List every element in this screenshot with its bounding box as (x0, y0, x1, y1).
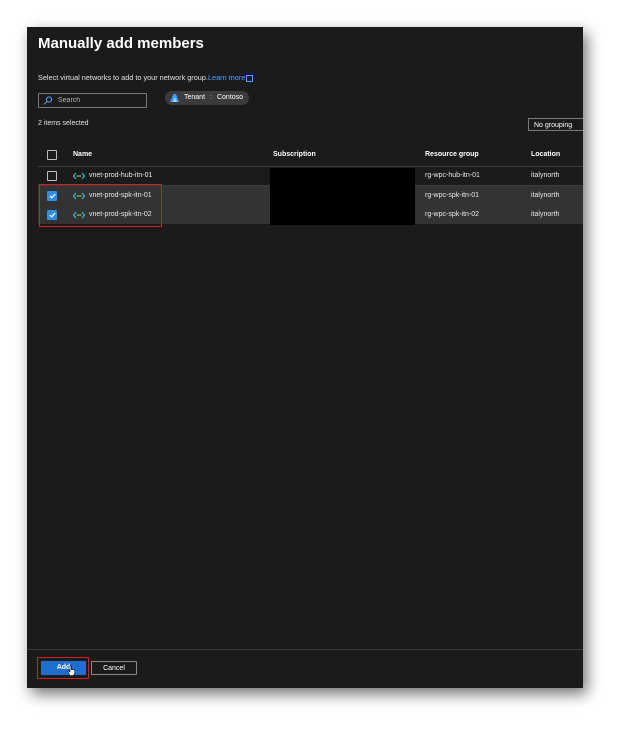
manually-add-members-dialog: Manually add members Select virtual netw… (27, 27, 583, 688)
grouping-dropdown[interactable]: No grouping (528, 118, 583, 131)
location-cell: italynorth (531, 172, 560, 179)
vnet-icon (73, 172, 85, 179)
footer-divider (27, 649, 583, 650)
column-header-subscription[interactable]: Subscription (273, 143, 316, 166)
azure-tenant-icon (170, 94, 179, 102)
location-cell: italynorth (531, 192, 560, 199)
select-all-checkbox[interactable] (47, 149, 57, 160)
row-check-cell (47, 166, 57, 185)
name-cell: vnet-prod-hub-itn-01 (73, 166, 152, 185)
cancel-button[interactable]: Cancel (91, 661, 137, 675)
hand-cursor-icon (67, 665, 76, 676)
selected-count: 2 items selected (38, 120, 89, 127)
subscription-redaction (270, 168, 415, 225)
location-cell: italynorth (531, 211, 560, 218)
dialog-title: Manually add members (38, 35, 204, 52)
column-header-resource-group[interactable]: Resource group (425, 143, 479, 166)
resource-group-cell: rg-wpc-hub-itn-01 (425, 172, 480, 179)
search-icon (43, 96, 53, 105)
column-header-name[interactable]: Name (73, 143, 92, 166)
table-header: Name Subscription Resource group Locatio… (38, 143, 583, 167)
selected-rows-highlight (39, 184, 162, 227)
tenant-filter-pill[interactable]: Tenant : Contoso (165, 91, 250, 105)
row-checkbox[interactable] (47, 170, 57, 181)
dialog-description: Select virtual networks to add to your n… (38, 73, 254, 82)
description-text: Select virtual networks to add to your n… (38, 73, 208, 82)
resource-group-cell: rg-wpc-spk-itn-01 (425, 192, 480, 199)
tenant-separator: : (210, 94, 212, 101)
add-button-highlight (37, 657, 89, 679)
tenant-value: Contoso (216, 94, 244, 101)
search-input[interactable] (58, 95, 142, 106)
vnet-name[interactable]: vnet-prod-hub-itn-01 (89, 172, 152, 179)
column-header-location[interactable]: Location (531, 143, 560, 166)
search-box[interactable] (38, 93, 147, 108)
select-all-cell (47, 143, 57, 166)
resource-group-cell: rg-wpc-spk-itn-02 (425, 211, 480, 218)
learn-more-link[interactable]: Learn more (208, 73, 254, 82)
tenant-label: Tenant (184, 94, 206, 101)
external-link-icon (246, 74, 254, 82)
